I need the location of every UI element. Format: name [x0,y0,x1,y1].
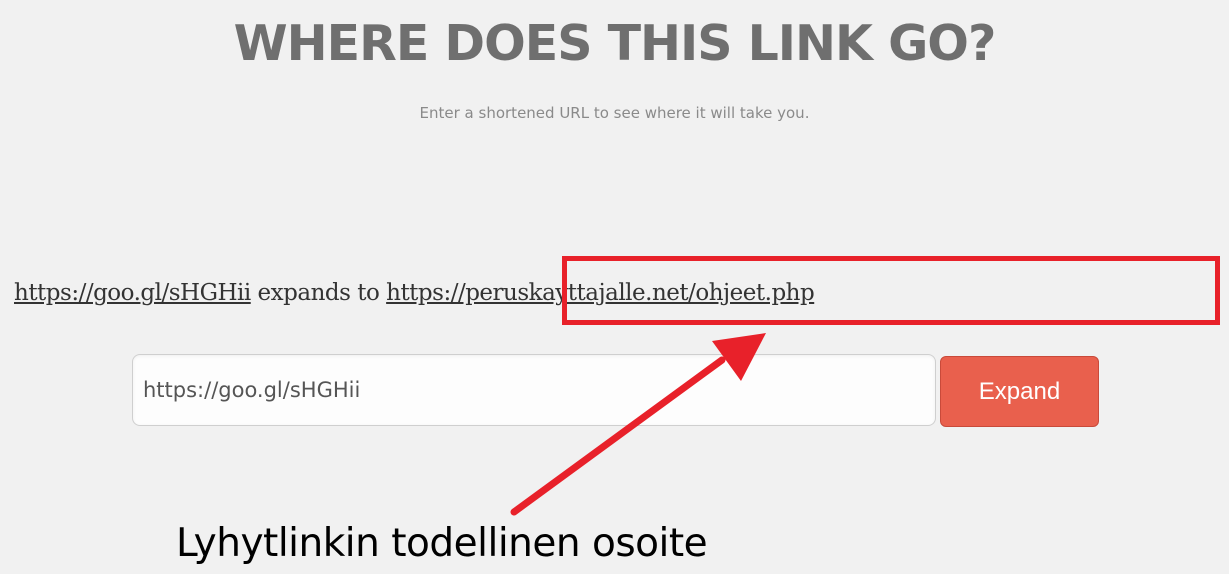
page-title: WHERE DOES THIS LINK GO? [233,15,997,72]
short-url-link[interactable]: https://goo.gl/sHGHii [14,280,251,306]
url-input[interactable] [132,354,936,426]
annotation-highlight-box [562,256,1220,325]
annotation-caption: Lyhytlinkin todellinen osoite [176,521,708,566]
expand-button[interactable]: Expand [940,356,1099,427]
page-subtitle: Enter a shortened URL to see where it wi… [419,104,810,122]
expands-to-text: expands to [250,280,387,306]
